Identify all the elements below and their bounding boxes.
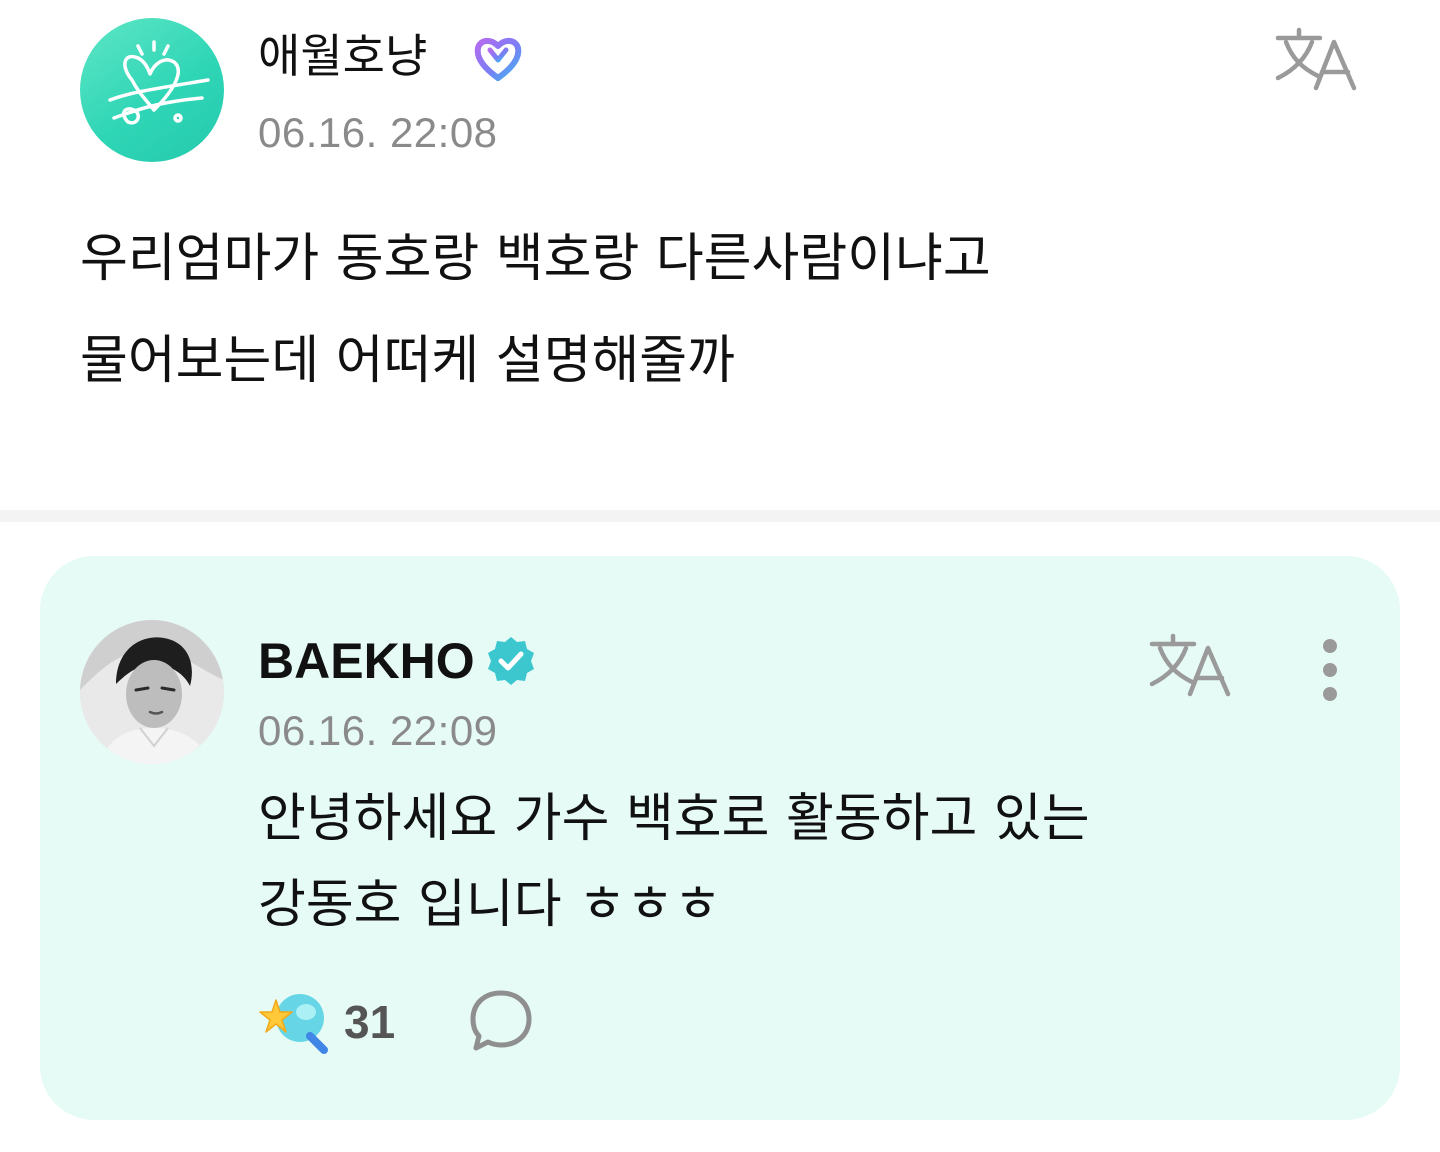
reply-author-name[interactable]: BAEKHO (258, 632, 475, 690)
verified-badge-icon (488, 637, 534, 685)
like-count: 31 (344, 996, 396, 1048)
reply-body: 안녕하세요 가수 백호로 활동하고 있는 강동호 입니다 ㅎㅎㅎ (258, 776, 1358, 948)
section-divider (0, 510, 1440, 522)
reply-body-line: 강동호 입니다 ㅎㅎㅎ (258, 875, 722, 935)
star-wand-icon (259, 994, 328, 1054)
more-vertical-icon (1323, 639, 1337, 701)
post-body-line: 우리엄마가 동호랑 백호랑 다른사람이냐고 (80, 229, 991, 289)
translate-button[interactable] (1272, 24, 1362, 94)
artist-photo (80, 620, 224, 764)
comment-button[interactable] (466, 986, 536, 1056)
post-author-name[interactable]: 애월호냥 (258, 28, 427, 84)
translate-icon (1149, 633, 1231, 697)
comment-bubble-icon (470, 990, 532, 1051)
reply-timestamp: 06.16. 22:09 (258, 707, 498, 754)
reply-translate-button[interactable] (1146, 630, 1236, 700)
reply-body-line: 안녕하세요 가수 백호로 활동하고 있는 (258, 789, 1090, 849)
like-button[interactable] (258, 990, 338, 1056)
post-timestamp: 06.16. 22:08 (258, 109, 498, 156)
post-body-line: 물어보는데 어떠케 설명해줄까 (80, 331, 735, 391)
heart-logo-icon (108, 40, 210, 125)
fan-heart-badge-icon (474, 38, 522, 81)
fan-post: 애월호냥 06.16. 22:08 우리엄마가 동호랑 백호랑 다른사람이냐고 … (0, 0, 1440, 510)
more-options-button[interactable] (1300, 632, 1360, 712)
post-body: 우리엄마가 동호랑 백호랑 다른사람이냐고 물어보는데 어떠케 설명해줄까 (80, 208, 1380, 412)
artist-avatar[interactable] (80, 620, 224, 764)
translate-icon (1275, 27, 1357, 91)
fan-avatar[interactable] (80, 18, 224, 162)
